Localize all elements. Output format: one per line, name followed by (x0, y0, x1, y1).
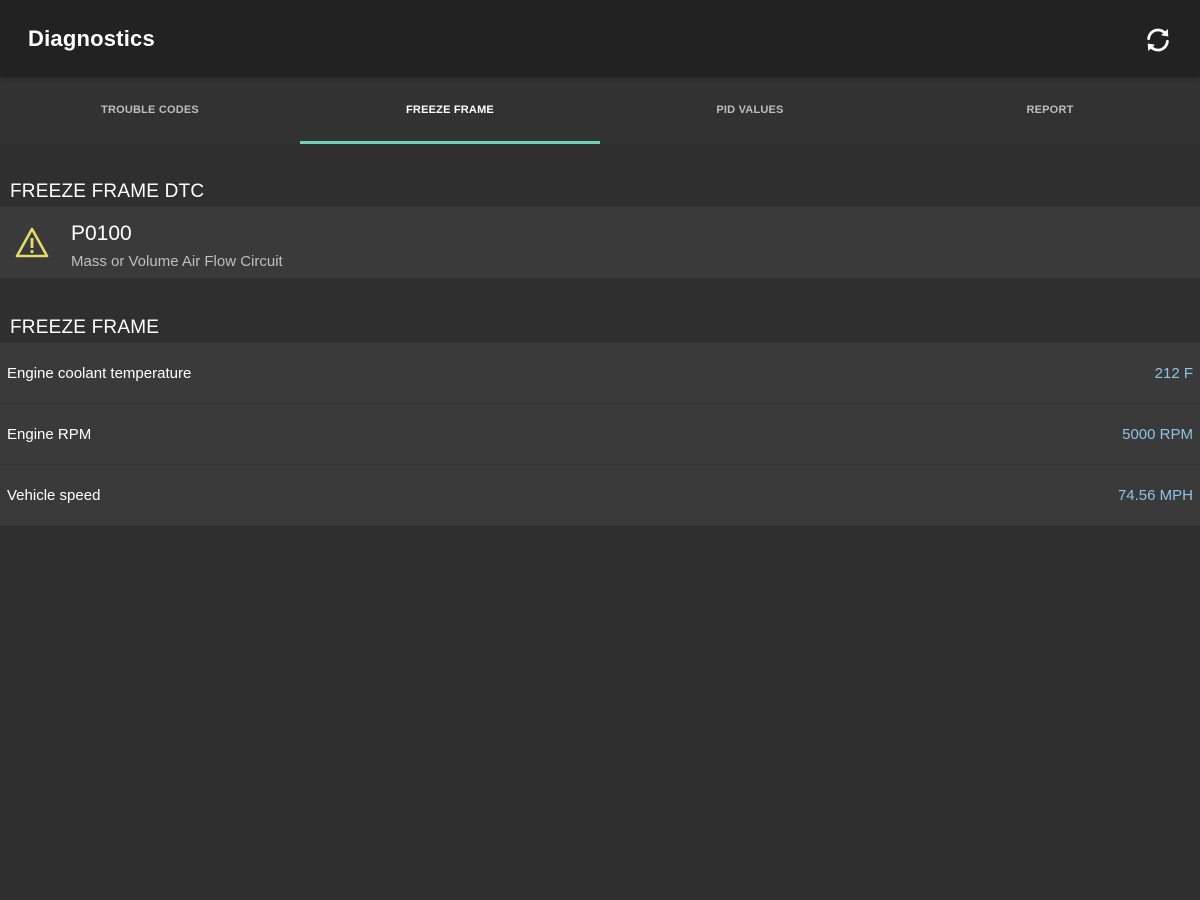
parameter-label: Engine RPM (7, 426, 92, 443)
parameter-value: 74.56 MPH (1117, 487, 1193, 504)
freeze-frame-row[interactable]: Engine RPM 5000 RPM (0, 404, 1200, 465)
tab-trouble-codes[interactable]: TROUBLE CODES (0, 76, 300, 144)
active-tab-indicator (300, 141, 600, 144)
freeze-frame-row[interactable]: Vehicle speed 74.56 MPH (0, 465, 1200, 526)
warning-icon (15, 227, 49, 258)
tab-freeze-frame[interactable]: FREEZE FRAME (300, 76, 600, 144)
parameter-value: 212 F (1154, 365, 1193, 382)
tab-pid-values[interactable]: PID VALUES (600, 76, 900, 144)
dtc-description: Mass or Volume Air Flow Circuit (71, 253, 283, 270)
app-bar: Diagnostics (0, 0, 1200, 76)
tab-label: TROUBLE CODES (101, 104, 199, 116)
tab-bar: TROUBLE CODES FREEZE FRAME PID VALUES RE… (0, 76, 1200, 144)
freeze-frame-section-header: FREEZE FRAME (10, 317, 160, 338)
parameter-label: Engine coolant temperature (7, 365, 192, 382)
tab-report[interactable]: REPORT (900, 76, 1200, 144)
tab-label: REPORT (1026, 104, 1074, 116)
tab-label: PID VALUES (716, 104, 784, 116)
dtc-code: P0100 (71, 222, 132, 245)
app-title: Diagnostics (28, 26, 155, 51)
freeze-frame-row[interactable]: Engine coolant temperature 212 F (0, 343, 1200, 404)
parameter-label: Vehicle speed (7, 487, 101, 504)
refresh-icon (1147, 28, 1169, 52)
dtc-list-item[interactable]: P0100 Mass or Volume Air Flow Circuit (0, 207, 1200, 278)
freeze-frame-list: Engine coolant temperature 212 F Engine … (0, 343, 1200, 526)
dtc-section-header: FREEZE FRAME DTC (10, 181, 205, 202)
refresh-button[interactable] (1138, 20, 1178, 60)
tab-label: FREEZE FRAME (406, 104, 494, 116)
parameter-value: 5000 RPM (1122, 426, 1193, 443)
